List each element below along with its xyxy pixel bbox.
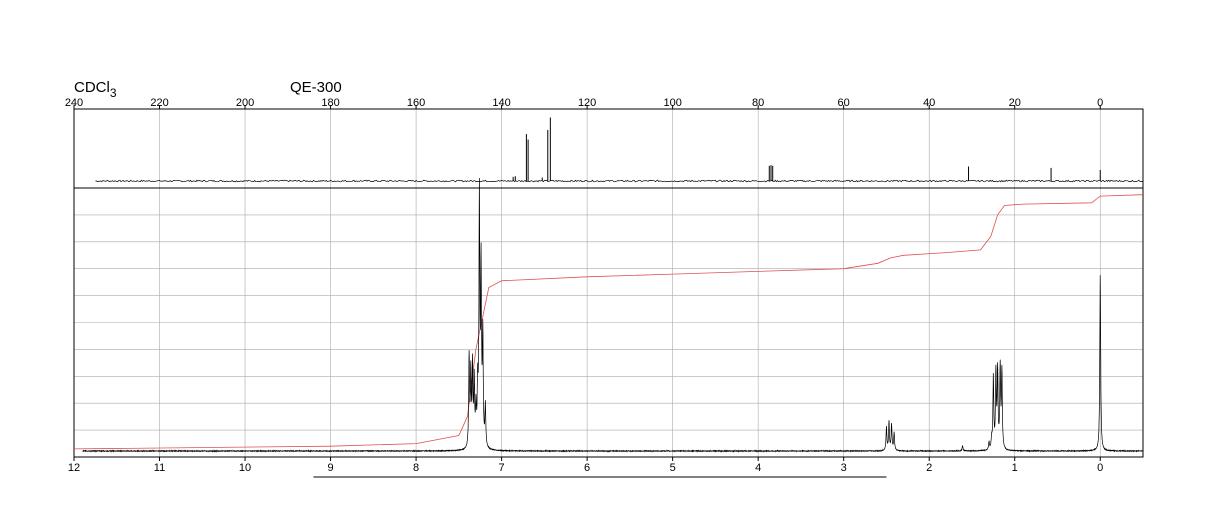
carbon-tick-label: 40 — [923, 97, 935, 109]
carbon-tick-label: 60 — [838, 97, 850, 109]
carbon-tick-label: 0 — [1097, 97, 1103, 109]
carbon-tick-label: 140 — [492, 97, 510, 109]
proton-tick-label: 9 — [327, 462, 333, 474]
proton-tick-label: 7 — [499, 462, 505, 474]
proton-tick-label: 12 — [68, 462, 80, 474]
carbon-baseline — [95, 179, 1144, 183]
proton-tick-label: 5 — [670, 462, 676, 474]
carbon-spectrum-panel — [73, 108, 1144, 189]
nmr-spectra-figure: CDCl3 QE-300 240 220 200 180 160 140 120 100 80 6… — [65, 79, 1144, 478]
carbon-frame — [73, 108, 1144, 189]
proton-spectrum-line — [82, 177, 1144, 453]
proton-tick-label: 1 — [1012, 462, 1018, 474]
carbon-tick-label: 80 — [752, 97, 764, 109]
proton-tick-label: 3 — [841, 462, 847, 474]
proton-spectrum-panel — [73, 177, 1144, 458]
proton-tick-label: 4 — [755, 462, 761, 474]
proton-ppm-axis: 12 11 10 9 8 7 6 5 4 3 2 1 0 — [68, 457, 1103, 478]
carbon-tick-label: 120 — [578, 97, 596, 109]
carbon-tick-label: 220 — [150, 97, 168, 109]
proton-tick-label: 6 — [584, 462, 590, 474]
carbon-tick-label: 100 — [663, 97, 681, 109]
carbon-tick-label: 20 — [1009, 97, 1021, 109]
proton-tick-label: 11 — [154, 462, 165, 474]
proton-tick-label: 10 — [239, 462, 251, 474]
carbon-tick-label: 160 — [407, 97, 425, 109]
instrument-label: QE-300 — [290, 79, 342, 96]
proton-tick-label: 0 — [1097, 462, 1103, 474]
proton-integral-curve — [73, 194, 1144, 450]
carbon-tick-label: 180 — [321, 97, 339, 109]
proton-tick-label: 2 — [926, 462, 932, 474]
carbon-tick-label: 200 — [236, 97, 254, 109]
proton-tick-label: 8 — [413, 462, 419, 474]
carbon-tick-label: 240 — [65, 97, 83, 109]
carbon-ppm-axis: 240 220 200 180 160 140 120 100 80 60 40 20 0 — [65, 97, 1103, 109]
